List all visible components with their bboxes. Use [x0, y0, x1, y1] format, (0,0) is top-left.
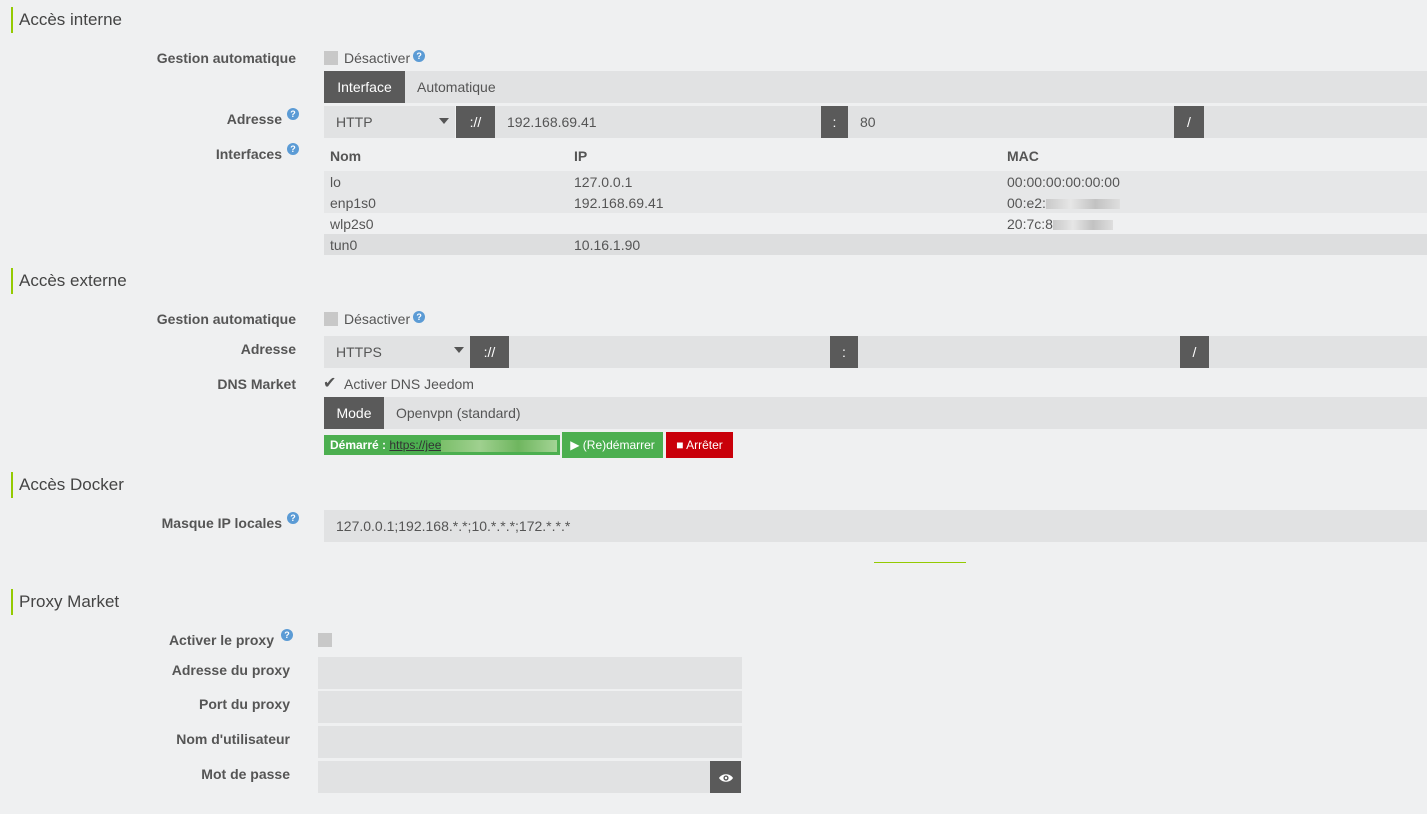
restart-button[interactable]: ▶ (Re)démarrer [562, 432, 663, 458]
external-auto-label: Gestion automatique [156, 311, 296, 327]
iface-name: tun0 [330, 236, 358, 253]
external-protocol-select[interactable]: HTTPS [324, 336, 470, 368]
stop-icon: ■ [676, 438, 684, 452]
help-icon[interactable]: ? [287, 108, 299, 120]
proxy-port-label: Port du proxy [198, 696, 290, 712]
table-header-name: Nom [330, 148, 362, 164]
dns-market-label: DNS Market [217, 376, 296, 392]
dns-url-link[interactable]: https://jee [389, 438, 441, 452]
redacted-url [441, 439, 558, 452]
stop-button-label: Arrêter [686, 438, 723, 452]
iface-ip: 10.16.1.90 [574, 236, 641, 253]
interfaces-table: Nom IP MAC lo 127.0.0.1 00:00:00:00:00:0… [324, 141, 1427, 255]
section-title-proxy: Proxy Market [11, 589, 119, 615]
iface-mac-cell: 00:e2: [1001, 192, 1427, 213]
internal-auto-checkbox[interactable] [324, 51, 338, 65]
divider [874, 562, 966, 563]
help-icon[interactable]: ? [413, 311, 426, 323]
external-host-input[interactable] [509, 336, 830, 368]
iface-name: lo [330, 173, 341, 190]
proxy-address-label: Adresse du proxy [171, 662, 290, 678]
status-badge: Démarré : https://jee [324, 435, 560, 455]
proxy-address-input[interactable] [318, 657, 742, 689]
show-password-button[interactable] [710, 761, 741, 793]
internal-auto-checkbox-label: Désactiver? [344, 50, 426, 66]
docker-mask-input[interactable]: 127.0.0.1;192.168.*.*;10.*.*.*;172.*.*.* [324, 510, 1427, 542]
help-icon[interactable]: ? [287, 143, 299, 155]
internal-address-label: Adresse [226, 111, 282, 127]
section-title-external: Accès externe [11, 268, 127, 294]
iface-ip: 127.0.0.1 [574, 173, 633, 190]
scheme-separator: :// [470, 336, 509, 368]
external-auto-checkbox-label: Désactiver? [344, 311, 426, 327]
port-separator: : [821, 106, 848, 138]
check-icon[interactable]: ✔ [323, 373, 336, 393]
iface-name: enp1s0 [330, 194, 376, 211]
table-row: tun0 10.16.1.90 [324, 234, 1427, 255]
internal-auto-label: Gestion automatique [156, 50, 296, 66]
table-row: wlp2s0 20:7c:8 [324, 213, 1427, 234]
play-icon: ▶ [570, 438, 580, 452]
help-icon[interactable]: ? [281, 629, 293, 641]
external-auto-checkbox-text: Désactiver [344, 311, 411, 327]
path-separator: / [1174, 106, 1204, 138]
chevron-down-icon [439, 118, 449, 124]
interfaces-label: Interfaces [215, 146, 282, 162]
section-title-docker: Accès Docker [11, 472, 124, 498]
table-row: lo 127.0.0.1 00:00:00:00:00:00 [324, 171, 1427, 192]
iface-mac: 00:e2: [1007, 194, 1046, 211]
help-icon[interactable]: ? [413, 50, 426, 62]
status-label: Démarré : [330, 438, 387, 452]
port-separator: : [830, 336, 858, 368]
scheme-separator: :// [456, 106, 495, 138]
proxy-password-input[interactable] [318, 761, 710, 793]
redacted-mac [1052, 219, 1113, 230]
docker-mask-label: Masque IP locales [161, 515, 282, 531]
interface-select[interactable]: Automatique [405, 71, 1427, 103]
proxy-enable-label: Activer le proxy [168, 632, 274, 648]
table-row: enp1s0 192.168.69.41 00:e2: [324, 192, 1427, 213]
mode-label: Mode [324, 397, 384, 429]
eye-icon [718, 774, 733, 783]
proxy-port-input[interactable] [318, 691, 742, 723]
path-separator: / [1180, 336, 1209, 368]
external-port-input[interactable] [858, 336, 1180, 368]
iface-mac: 00:00:00:00:00:00 [1007, 173, 1120, 190]
chevron-down-icon [454, 347, 464, 353]
proxy-password-label: Mot de passe [201, 766, 290, 782]
dns-checkbox-label: Activer DNS Jeedom [344, 376, 474, 392]
section-title-internal: Accès interne [11, 7, 122, 33]
table-header-mac: MAC [1007, 148, 1039, 164]
help-icon[interactable]: ? [287, 512, 299, 524]
internal-path-input[interactable] [1204, 106, 1427, 138]
external-path-input[interactable] [1209, 336, 1427, 368]
redacted-mac [1045, 198, 1120, 209]
proxy-user-input[interactable] [318, 726, 742, 758]
iface-mac-cell: 20:7c:8 [1001, 213, 1427, 234]
mode-select[interactable]: Openvpn (standard) [384, 397, 1427, 429]
table-header-ip: IP [574, 148, 588, 164]
iface-ip: 192.168.69.41 [574, 194, 664, 211]
proxy-user-label: Nom d'utilisateur [176, 731, 290, 747]
iface-mac: 20:7c:8 [1007, 215, 1053, 232]
iface-name: wlp2s0 [330, 215, 374, 232]
iface-mac [1001, 234, 1427, 255]
proxy-enable-checkbox[interactable] [318, 633, 332, 647]
internal-ip-input[interactable]: 192.168.69.41 [495, 106, 821, 138]
stop-button[interactable]: ■ Arrêter [666, 432, 733, 458]
internal-port-input[interactable]: 80 [848, 106, 1174, 138]
internal-protocol-select[interactable]: HTTP [324, 106, 455, 138]
restart-button-label: (Re)démarrer [582, 438, 655, 452]
internal-auto-checkbox-text: Désactiver [344, 50, 411, 66]
tab-interface[interactable]: Interface [324, 71, 405, 103]
external-auto-checkbox[interactable] [324, 312, 338, 326]
external-address-label: Adresse [240, 341, 296, 357]
iface-ip [568, 213, 1001, 234]
